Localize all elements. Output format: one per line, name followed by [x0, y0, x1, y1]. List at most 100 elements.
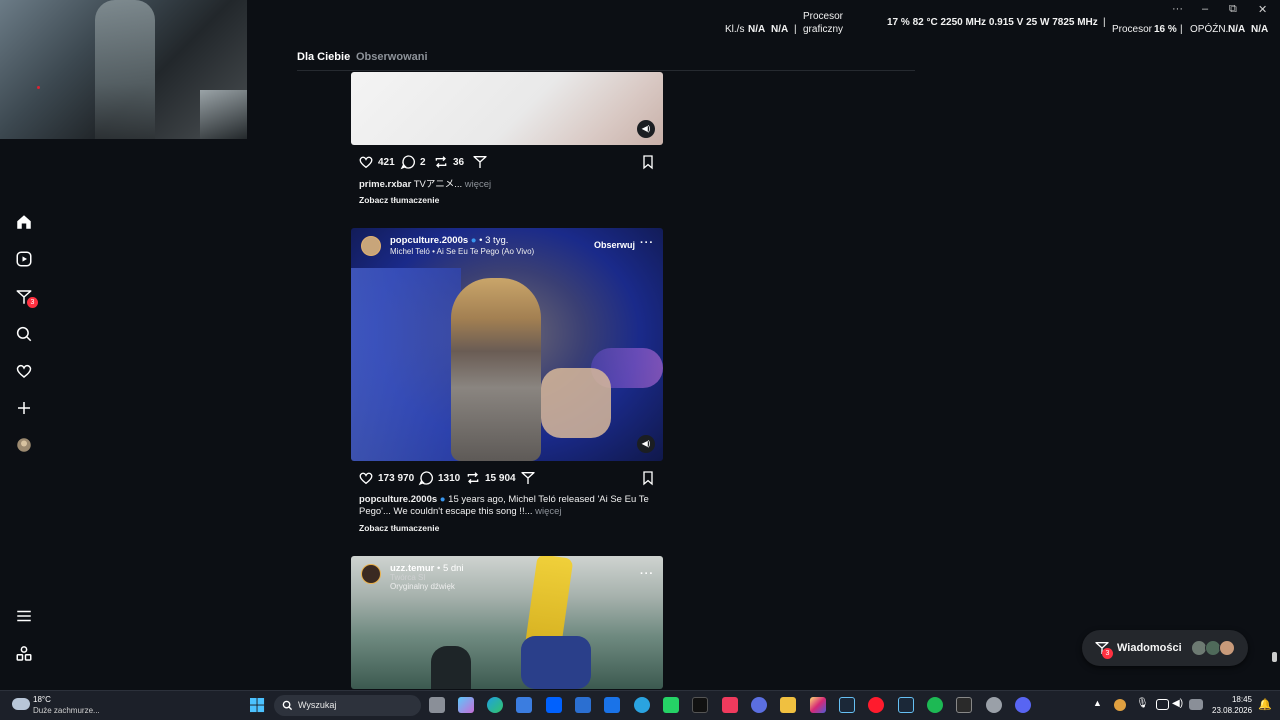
home-icon[interactable] [15, 213, 33, 231]
maximize-button[interactable]: ⧉ [1229, 3, 1237, 16]
music-icon[interactable] [722, 697, 738, 713]
clock-date[interactable]: 23.08.2026 [1212, 706, 1252, 715]
clock-time[interactable]: 18:45 [1222, 695, 1252, 704]
display-icon[interactable] [1156, 699, 1169, 710]
osd-na-3: N/A [1228, 24, 1246, 35]
dropbox-icon[interactable] [546, 697, 562, 713]
steam-icon[interactable] [839, 697, 855, 713]
more-link[interactable]: więcej [465, 179, 491, 190]
avatar[interactable] [361, 564, 381, 584]
comment-count: 2 [420, 156, 426, 168]
start-icon[interactable] [250, 698, 265, 713]
caption-username[interactable]: prime.rxbar [359, 179, 411, 190]
post-media[interactable]: uzz.temur • 5 dni Twórca SI Oryginalny d… [351, 556, 663, 689]
messages-icon[interactable]: 3 [15, 288, 38, 308]
instagram-icon[interactable] [810, 697, 826, 713]
post-media[interactable]: popculture.2000s ● • 3 tyg. Michel Teló … [351, 228, 663, 461]
app-icon[interactable] [751, 697, 767, 713]
like-button[interactable]: 421 [358, 154, 395, 170]
search-icon[interactable] [15, 325, 33, 343]
messages-label: Wiadomości [1117, 642, 1182, 654]
see-translation-link[interactable]: Zobacz tłumaczenie [359, 523, 439, 533]
tiktok-icon[interactable] [692, 697, 708, 713]
post-username[interactable]: popculture.2000s ● • 3 tyg. [390, 235, 508, 246]
volume-icon[interactable]: ◀) [637, 120, 655, 138]
store-icon[interactable] [516, 697, 532, 713]
search-icon [282, 700, 293, 711]
comment-button[interactable]: 2 [400, 154, 426, 170]
player-shorts [521, 636, 591, 689]
post-audio[interactable]: Oryginalny dźwięk [390, 582, 455, 591]
steam-icon[interactable] [898, 697, 914, 713]
osd-na-2: N/A [771, 24, 789, 35]
more-options-icon[interactable]: ··· [640, 237, 654, 249]
messages-badge: 3 [27, 297, 38, 308]
osd-sep-2: | [1103, 17, 1106, 28]
webcam-figure [95, 0, 155, 139]
folder-icon[interactable] [780, 697, 796, 713]
chevron-up-icon[interactable]: ▲ [1093, 698, 1102, 708]
tab-for-you[interactable]: Dla Ciebie [297, 51, 350, 63]
outlook-icon[interactable] [604, 697, 620, 713]
verified-icon: ● [439, 494, 446, 505]
repost-button[interactable]: 15 904 [465, 470, 516, 486]
volume-icon[interactable]: ◀) [637, 435, 655, 453]
profile-avatar[interactable] [15, 436, 33, 454]
osd-gpu-label-1: Procesor [803, 11, 844, 22]
taskbar-search[interactable]: Wyszukaj [274, 695, 421, 716]
menu-icon[interactable] [15, 607, 33, 625]
weather-temperature[interactable]: 18°C [33, 695, 51, 704]
share-button[interactable] [520, 470, 536, 486]
repost-button[interactable]: 36 [433, 154, 464, 170]
notifications-icon[interactable]: 🔔 [1258, 698, 1272, 711]
avatar[interactable] [361, 236, 381, 256]
window-more-button[interactable]: ··· [1172, 3, 1183, 15]
comment-button[interactable]: 1310 [418, 470, 460, 486]
app-icon[interactable] [986, 697, 1002, 713]
close-button[interactable]: ✕ [1258, 3, 1267, 16]
spotify-icon[interactable] [927, 697, 943, 713]
post-header: uzz.temur • 5 dni Twórca SI Oryginalny d… [351, 556, 663, 596]
app-icon[interactable] [575, 697, 591, 713]
weather-description[interactable]: Duże zachmurze... [33, 706, 100, 715]
cloud-icon[interactable] [12, 698, 30, 710]
post-role: Twórca SI [390, 573, 426, 582]
scrollbar-thumb[interactable] [1272, 652, 1277, 662]
tray-app-icon[interactable] [1114, 699, 1126, 711]
save-button[interactable] [640, 470, 656, 486]
share-button[interactable] [472, 154, 488, 170]
messages-pill[interactable]: 3 Wiadomości [1082, 630, 1248, 666]
caption-username[interactable]: popculture.2000s [359, 494, 437, 505]
task-view-icon[interactable] [429, 697, 445, 713]
like-button[interactable]: 173 970 [358, 470, 414, 486]
telegram-icon[interactable] [634, 697, 650, 713]
minimize-button[interactable]: – [1202, 3, 1208, 15]
heart-icon[interactable] [15, 362, 33, 380]
more-options-icon[interactable]: ··· [640, 568, 654, 580]
more-link[interactable]: więcej [535, 506, 561, 517]
whatsapp-icon[interactable] [663, 697, 679, 713]
microphone-icon[interactable]: 🎙 [1136, 698, 1149, 709]
reels-icon[interactable] [15, 250, 33, 268]
edge-icon[interactable] [487, 697, 503, 713]
tab-following[interactable]: Obserwowani [356, 51, 428, 63]
post-actions: 421 2 36 [358, 154, 656, 172]
plus-icon[interactable] [15, 399, 33, 417]
caption-text-line-2: Pego'... We couldn't escape this song !!… [359, 506, 533, 517]
battery-icon[interactable] [1189, 699, 1203, 710]
save-button[interactable] [640, 154, 656, 170]
volume-icon[interactable]: ◀) [1172, 698, 1183, 709]
post-audio[interactable]: Michel Teló • Ai Se Eu Te Pego (Ao Vivo) [390, 247, 534, 256]
follow-button[interactable]: Obserwuj [594, 240, 635, 250]
discord-icon[interactable] [1015, 697, 1031, 713]
see-translation-link[interactable]: Zobacz tłumaczenie [359, 195, 439, 205]
copilot-icon[interactable] [458, 697, 474, 713]
opera-icon[interactable] [868, 697, 884, 713]
apps-icon[interactable] [15, 645, 33, 663]
post-caption: popculture.2000s ● 15 years ago, Michel … [359, 494, 649, 518]
post-media[interactable]: ◀) [351, 72, 663, 145]
notion-icon[interactable] [956, 697, 972, 713]
osd-gpu-stats: 17 % 82 °C 2250 MHz 0.915 V 25 W 7825 MH… [887, 17, 1098, 28]
like-count: 173 970 [378, 472, 415, 484]
webcam-overlay [0, 0, 247, 139]
